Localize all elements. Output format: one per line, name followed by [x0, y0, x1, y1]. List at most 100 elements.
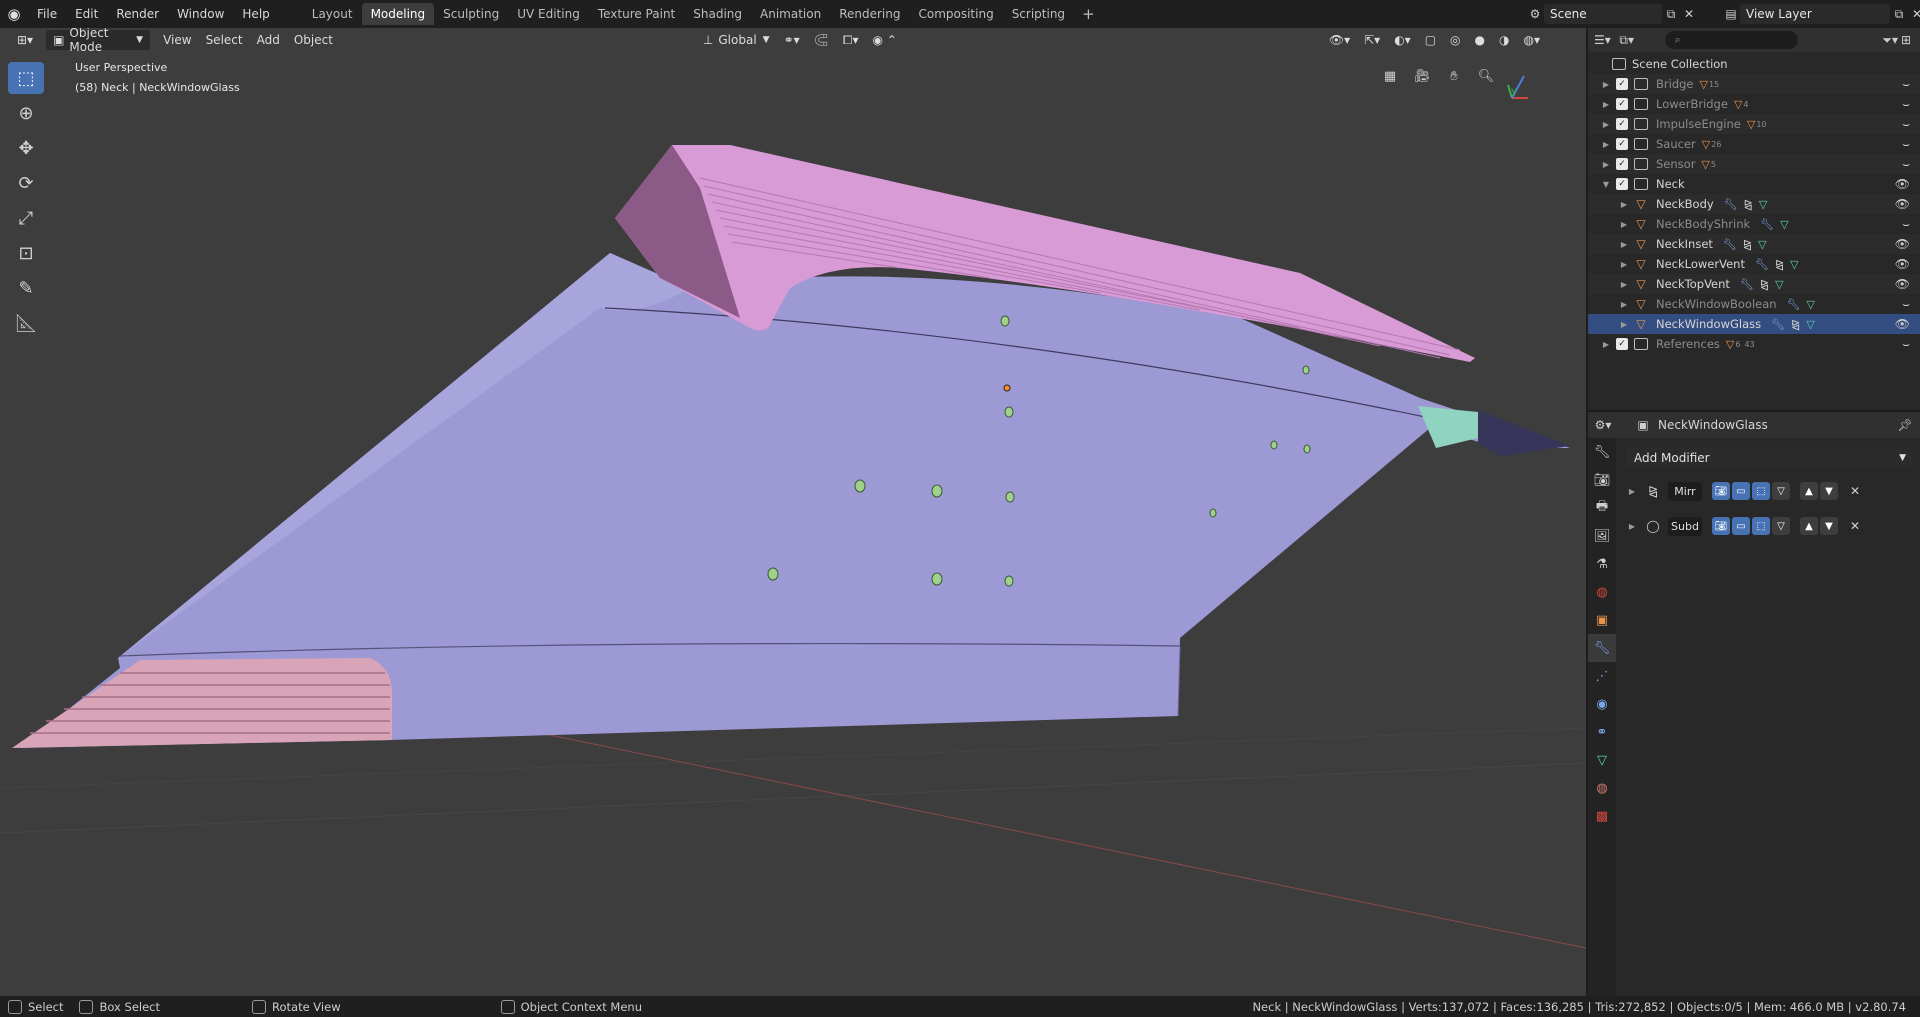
visibility-icon[interactable]: 👁▾	[1322, 30, 1357, 50]
modifier-mirror[interactable]: ▶ ⧎ Mirr 📷︎ ▭ ⬚ ▽ ▲ ▼ ✕	[1626, 478, 1914, 504]
outliner-row[interactable]: ▶ ▽ NeckWindowBoolean 🔧︎ ▽ ⌣	[1588, 294, 1920, 314]
modifier-subdivision[interactable]: ▶ ◯ Subd 📷︎ ▭ ⬚ ▽ ▲ ▼ ✕	[1626, 513, 1914, 539]
cage-toggle-icon[interactable]: ▽	[1772, 482, 1790, 500]
tab-texture-paint[interactable]: Texture Paint	[589, 3, 684, 25]
transform-tool-icon[interactable]: ⊡	[8, 237, 44, 269]
outliner-row[interactable]: ▶ ✓ ImpulseEngine ▽ 10 ⌣	[1588, 114, 1920, 134]
expand-icon[interactable]: ▶	[1626, 487, 1638, 496]
tab-shading[interactable]: Shading	[684, 3, 751, 25]
xray-icon[interactable]: ▢	[1418, 30, 1443, 50]
tab-animation[interactable]: Animation	[751, 3, 830, 25]
proportional-edit-icon[interactable]: ◉ ⌃	[866, 30, 904, 50]
cage-toggle-icon[interactable]: ▽	[1772, 517, 1790, 535]
outliner-row[interactable]: ▶ ▽ NeckLowerVent 🔧︎ ⧎ ▽ 👁︎	[1588, 254, 1920, 274]
overlay-toggle-icon[interactable]: ◐▾	[1387, 30, 1418, 50]
material-shading-icon[interactable]: ◑	[1492, 30, 1516, 50]
scale-tool-icon[interactable]: ⤢	[8, 202, 44, 234]
new-scene-icon[interactable]: ⧉	[1662, 5, 1680, 23]
outliner-row[interactable]: ▶ ▽ NeckBodyShrink 🔧︎ ▽ ⌣	[1588, 214, 1920, 234]
view-layer-selector[interactable]: ▤ View Layer ⧉ ✕	[1722, 3, 1920, 25]
outliner-row[interactable]: ▶ ✓ Saucer ▽ 26 ⌣	[1588, 134, 1920, 154]
gizmo-toggle-icon[interactable]: ⇱▾	[1357, 30, 1387, 50]
pan-view-icon[interactable]: ✋︎	[1441, 63, 1467, 89]
select-box-tool-icon[interactable]: ⬚	[8, 62, 44, 94]
move-down-icon[interactable]: ▼	[1820, 482, 1838, 500]
viewport-toggle-icon[interactable]: ▭	[1732, 517, 1750, 535]
3d-viewport[interactable]: y ⊞▾ ▣ Object Mode ▼ View Select Add Obj…	[0, 28, 1586, 996]
modifier-name-field[interactable]: Subd	[1668, 516, 1702, 536]
menu-add[interactable]: Add	[250, 30, 287, 50]
outliner-row[interactable]: ▶ ✓ References ▽ 6 43 ⌣	[1588, 334, 1920, 354]
visibility-eye-icon[interactable]: 👁︎	[1895, 257, 1910, 271]
outliner-row[interactable]: ▶ ▽ NeckBody 🔧︎ ⧎ ▽ 👁︎	[1588, 194, 1920, 214]
view-layer-tab-icon[interactable]: 🖼︎	[1588, 522, 1616, 550]
expand-icon[interactable]: ▶	[1600, 100, 1612, 109]
exclude-checkbox[interactable]: ✓	[1616, 98, 1628, 110]
object-tab-icon[interactable]: ▣	[1588, 606, 1616, 634]
menu-object[interactable]: Object	[287, 30, 340, 50]
expand-icon[interactable]: ▶	[1618, 280, 1630, 289]
solid-shading-icon[interactable]: ●	[1468, 30, 1492, 50]
expand-icon[interactable]: ▶	[1600, 80, 1612, 89]
modifier-wrench-icon[interactable]: 🔧︎	[1771, 318, 1785, 331]
object-mode-dropdown[interactable]: ▣ Object Mode ▼	[46, 28, 151, 54]
move-up-icon[interactable]: ▲	[1800, 517, 1818, 535]
modifier-wrench-icon[interactable]: 🔧︎	[1723, 238, 1737, 251]
menu-render[interactable]: Render	[107, 0, 168, 28]
expand-icon[interactable]: ▶	[1618, 200, 1630, 209]
outliner[interactable]: ☰▾ ⧉▾ ⌕ ⏷▾ ⊞ Scene Collection ▶ ✓ Bridge ▽ 1…	[1588, 28, 1920, 410]
menu-edit[interactable]: Edit	[66, 0, 107, 28]
menu-window[interactable]: Window	[168, 0, 233, 28]
hidden-eye-icon[interactable]: ⌣	[1902, 117, 1910, 132]
expand-icon[interactable]: ▶	[1618, 260, 1630, 269]
properties-editor[interactable]: ⚙▾ ▣ NeckWindowGlass 📌︎ 🔧︎ 📷︎ 🖶︎ 🖼︎ ⚗ ◍ …	[1588, 412, 1920, 996]
modifier-tab-icon[interactable]: 🔧︎	[1588, 634, 1616, 662]
rotate-tool-icon[interactable]: ⟳	[8, 167, 44, 199]
hidden-eye-icon[interactable]: ⌣	[1902, 297, 1910, 312]
exclude-checkbox[interactable]: ✓	[1616, 138, 1628, 150]
hidden-eye-icon[interactable]: ⌣	[1902, 77, 1910, 92]
outliner-search-input[interactable]: ⌕	[1664, 31, 1799, 49]
camera-view-icon[interactable]: 🎥︎	[1409, 63, 1435, 89]
move-up-icon[interactable]: ▲	[1800, 482, 1818, 500]
tab-scripting[interactable]: Scripting	[1003, 3, 1074, 25]
pivot-icon[interactable]: ⚭▾	[777, 30, 807, 50]
object-origin-icon[interactable]	[1003, 384, 1011, 392]
axis-gizmo[interactable]: y	[1507, 75, 1528, 99]
modifier-wrench-icon[interactable]: 🔧︎	[1787, 298, 1801, 311]
expand-icon[interactable]: ▶	[1618, 220, 1630, 229]
snap-target-icon[interactable]: ⧠▾	[836, 30, 866, 50]
constraints-tab-icon[interactable]: ⚭	[1588, 718, 1616, 746]
display-mode-icon[interactable]: ⧉▾	[1619, 31, 1635, 49]
scene-selector[interactable]: ⚙ Scene ⧉ ✕	[1526, 3, 1698, 25]
wireframe-shading-icon[interactable]: ◎	[1443, 30, 1467, 50]
hidden-eye-icon[interactable]: ⌣	[1902, 157, 1910, 172]
hidden-eye-icon[interactable]: ⌣	[1902, 337, 1910, 352]
add-modifier-dropdown[interactable]: Add Modifier ▼	[1626, 448, 1912, 468]
render-tab-icon[interactable]: 📷︎	[1588, 466, 1616, 494]
world-tab-icon[interactable]: ◍	[1588, 578, 1616, 606]
outliner-editor-icon[interactable]: ☰▾	[1594, 31, 1611, 49]
tool-tab-icon[interactable]: 🔧︎	[1588, 438, 1616, 466]
exclude-checkbox[interactable]: ✓	[1616, 158, 1628, 170]
exclude-checkbox[interactable]: ✓	[1616, 78, 1628, 90]
outliner-row[interactable]: ▶ ✓ Sensor ▽ 5 ⌣	[1588, 154, 1920, 174]
texture-tab-icon[interactable]: ▩	[1588, 802, 1616, 830]
tab-rendering[interactable]: Rendering	[830, 3, 909, 25]
outliner-row[interactable]: ▶ ▽ NeckInset 🔧︎ ⧎ ▽ 👁︎	[1588, 234, 1920, 254]
remove-modifier-icon[interactable]: ✕	[1846, 482, 1864, 500]
output-tab-icon[interactable]: 🖶︎	[1588, 494, 1616, 522]
delete-scene-icon[interactable]: ✕	[1680, 5, 1698, 23]
particles-tab-icon[interactable]: ⋰	[1588, 662, 1616, 690]
hidden-eye-icon[interactable]: ⌣	[1902, 137, 1910, 152]
render-toggle-icon[interactable]: 📷︎	[1712, 482, 1730, 500]
visibility-eye-icon[interactable]: 👁︎	[1895, 237, 1910, 251]
viewport-scene[interactable]: y	[0, 28, 1586, 996]
exclude-checkbox[interactable]: ✓	[1616, 118, 1628, 130]
measure-tool-icon[interactable]: 📐︎	[8, 307, 44, 339]
snap-icon[interactable]: 🧲︎	[807, 30, 836, 50]
outliner-row[interactable]: ▼ ✓ Neck 👁︎	[1588, 174, 1920, 194]
menu-select[interactable]: Select	[199, 30, 250, 50]
exclude-checkbox[interactable]: ✓	[1616, 338, 1628, 350]
expand-icon[interactable]: ▶	[1626, 522, 1638, 531]
